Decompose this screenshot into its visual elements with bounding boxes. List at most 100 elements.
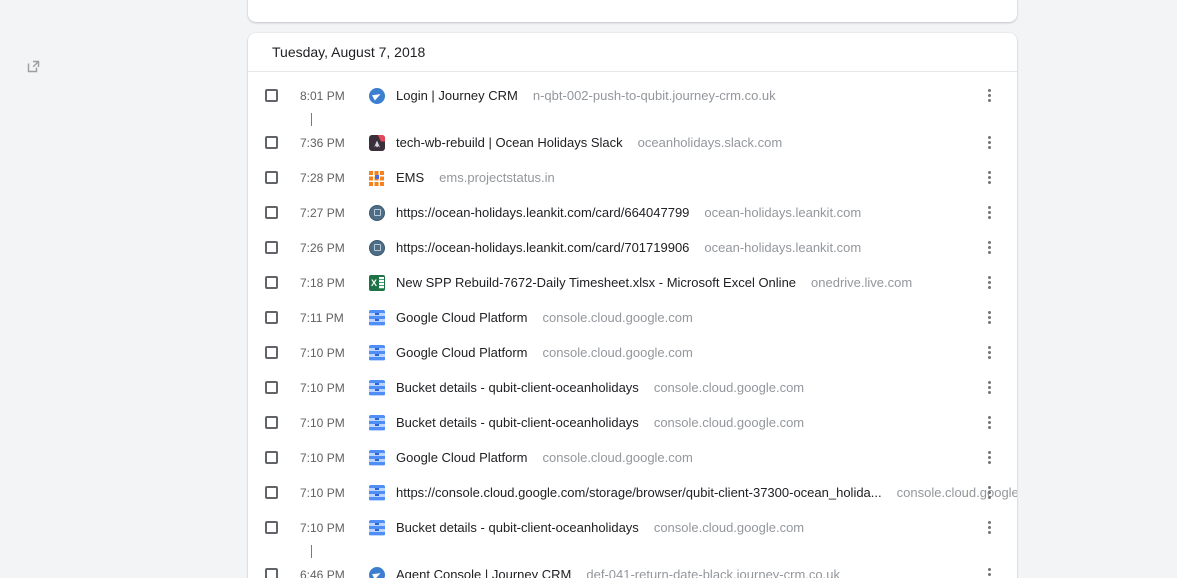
page-domain: n-qbt-002-push-to-qubit.journey-crm.co.u…	[532, 88, 776, 103]
visit-time: 8:01 PM	[300, 88, 345, 103]
open-in-new-icon[interactable]	[27, 60, 40, 73]
previous-history-card: ems.projectstatus.in	[248, 0, 1017, 22]
history-row: 8:01 PM Login | Journey CRM n-qbt-002-push…	[248, 78, 1017, 113]
page-title-link[interactable]: https://ocean-holidays.leankit.com/card/…	[396, 240, 689, 255]
page-title-link[interactable]: EMS	[396, 170, 424, 185]
page-domain: console.cloud.google.com	[653, 415, 805, 430]
leankit-favicon-icon	[369, 204, 385, 221]
leankit-favicon-icon	[369, 239, 385, 256]
date-header: Tuesday, August 7, 2018	[248, 33, 1017, 72]
row-checkbox[interactable]	[265, 416, 278, 429]
row-checkbox[interactable]	[265, 311, 278, 324]
visit-time: 7:26 PM	[300, 240, 345, 255]
page-domain: console.cloud.google.com	[653, 380, 805, 395]
kebab-menu-icon[interactable]	[983, 276, 996, 289]
visit-time: 7:10 PM	[300, 345, 345, 360]
row-checkbox[interactable]	[265, 241, 278, 254]
journey-favicon-icon	[369, 87, 385, 104]
visit-time: 7:10 PM	[300, 450, 345, 465]
page-domain: console.cloud.google.com	[542, 310, 693, 325]
page-title-link[interactable]: Bucket details - qubit-client-oceanholid…	[396, 415, 639, 430]
row-checkbox[interactable]	[265, 568, 278, 578]
history-card: Tuesday, August 7, 2018 8:01 PM Login | J…	[248, 33, 1017, 578]
page-domain: onedrive.live.com	[811, 275, 913, 290]
page-title-link[interactable]: Google Cloud Platform	[396, 450, 528, 465]
visit-time: 6:46 PM	[300, 567, 345, 578]
visit-time: 7:10 PM	[300, 415, 345, 430]
kebab-menu-icon[interactable]	[983, 241, 996, 254]
page-domain: ocean-holidays.leankit.com	[704, 240, 862, 255]
kebab-menu-icon[interactable]	[983, 486, 996, 499]
page-title-link[interactable]: Bucket details - qubit-client-oceanholid…	[396, 520, 639, 535]
history-row: 7:10 PM Bucket details - qubit-client-oce…	[248, 510, 1017, 545]
kebab-menu-icon[interactable]	[983, 89, 996, 102]
gcp-favicon-icon	[369, 379, 385, 396]
gcp-favicon-icon	[369, 414, 385, 431]
page-domain: oceanholidays.slack.com	[637, 135, 783, 150]
page-domain: console.cloud.google.com	[542, 450, 693, 465]
row-checkbox[interactable]	[265, 206, 278, 219]
history-row: 7:10 PM Google Cloud Platform console.clou…	[248, 440, 1017, 475]
page-title-link[interactable]: https://ocean-holidays.leankit.com/card/…	[396, 205, 689, 220]
kebab-menu-icon[interactable]	[983, 136, 996, 149]
history-row: 7:10 PM Google Cloud Platform console.clou…	[248, 335, 1017, 370]
page-domain: def-041-return-date-black.journey-crm.co…	[586, 567, 840, 578]
visit-time: 7:27 PM	[300, 205, 345, 220]
row-checkbox[interactable]	[265, 381, 278, 394]
history-row: 7:11 PM Google Cloud Platform console.clou…	[248, 300, 1017, 335]
kebab-menu-icon[interactable]	[983, 521, 996, 534]
history-row: 7:27 PM https://ocean-holidays.leankit.co…	[248, 195, 1017, 230]
history-row: 7:26 PM https://ocean-holidays.leankit.co…	[248, 230, 1017, 265]
visit-time: 7:10 PM	[300, 485, 345, 500]
kebab-menu-icon[interactable]	[983, 171, 996, 184]
page-title-link[interactable]: Agent Console | Journey CRM	[396, 567, 571, 578]
page-title-link[interactable]: Bucket details - qubit-client-oceanholid…	[396, 380, 639, 395]
ems-favicon-icon	[369, 169, 385, 186]
kebab-menu-icon[interactable]	[983, 451, 996, 464]
page-title-link[interactable]: New SPP Rebuild-7672-Daily Timesheet.xls…	[396, 275, 796, 290]
row-checkbox[interactable]	[265, 89, 278, 102]
row-checkbox[interactable]	[265, 486, 278, 499]
row-checkbox[interactable]	[265, 276, 278, 289]
history-list: 8:01 PM Login | Journey CRM n-qbt-002-push…	[248, 72, 1017, 578]
page-title-link[interactable]: tech-wb-rebuild | Ocean Holidays Slack	[396, 135, 623, 150]
history-row: 7:10 PM Bucket details - qubit-client-oce…	[248, 370, 1017, 405]
page-domain: ocean-holidays.leankit.com	[704, 205, 862, 220]
page-title-link[interactable]: Google Cloud Platform	[396, 310, 528, 325]
gcp-favicon-icon	[369, 309, 385, 326]
history-row: 6:46 PM Agent Console | Journey CRM def-04…	[248, 557, 1017, 578]
history-row: 7:18 PM New SPP Rebuild-7672-Daily Timesh…	[248, 265, 1017, 300]
row-checkbox[interactable]	[265, 136, 278, 149]
kebab-menu-icon[interactable]	[983, 381, 996, 394]
gcp-favicon-icon	[369, 449, 385, 466]
journey-favicon-icon	[369, 566, 385, 578]
page-title-link[interactable]: Google Cloud Platform	[396, 345, 528, 360]
gcp-favicon-icon	[369, 484, 385, 501]
kebab-menu-icon[interactable]	[983, 346, 996, 359]
row-checkbox[interactable]	[265, 521, 278, 534]
visit-time: 7:11 PM	[300, 310, 344, 325]
history-row: 7:10 PM https://console.cloud.google.com/…	[248, 475, 1017, 510]
gcp-favicon-icon	[369, 519, 385, 536]
visit-time: 7:10 PM	[300, 380, 345, 395]
page-title-link[interactable]: https://console.cloud.google.com/storage…	[396, 485, 882, 500]
visit-time: 7:10 PM	[300, 520, 345, 535]
excel-favicon-icon	[369, 274, 385, 291]
history-row: 7:28 PM EMS ems.projectstatus.in	[248, 160, 1017, 195]
kebab-menu-icon[interactable]	[983, 206, 996, 219]
row-checkbox[interactable]	[265, 346, 278, 359]
kebab-menu-icon[interactable]	[983, 568, 996, 578]
kebab-menu-icon[interactable]	[983, 416, 996, 429]
slack-favicon-icon	[369, 134, 385, 151]
page-domain: console.cloud.google.com	[896, 485, 1017, 500]
gcp-favicon-icon	[369, 344, 385, 361]
row-checkbox[interactable]	[265, 451, 278, 464]
date-header-label: Tuesday, August 7, 2018	[272, 44, 426, 60]
page-domain: console.cloud.google.com	[653, 520, 805, 535]
page-domain: ems.projectstatus.in	[439, 170, 555, 185]
row-gap	[248, 113, 1017, 126]
page-title-link[interactable]: Login | Journey CRM	[396, 88, 518, 103]
row-checkbox[interactable]	[265, 171, 278, 184]
visit-time: 7:28 PM	[300, 170, 345, 185]
kebab-menu-icon[interactable]	[983, 311, 996, 324]
